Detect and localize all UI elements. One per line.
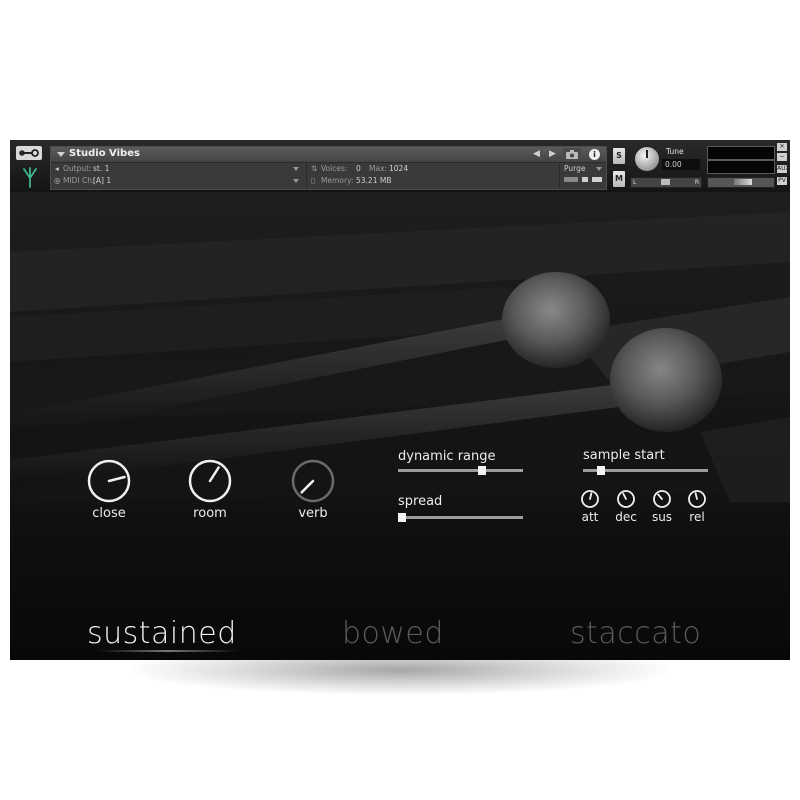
release-knob[interactable] <box>687 489 707 509</box>
max-voices-value[interactable]: 1024 <box>389 164 408 173</box>
midi-channel-value[interactable]: [A] 1 <box>93 176 111 185</box>
instrument-main-panel: close room verb dynamic range spread sam… <box>10 192 790 660</box>
articulation-bowed-tab[interactable]: bowed <box>342 616 444 651</box>
room-knob[interactable] <box>186 457 234 505</box>
solo-button[interactable]: S <box>613 148 625 164</box>
tune-label: Tune <box>666 147 684 156</box>
info-icon[interactable]: i <box>589 149 600 160</box>
instrument-name[interactable]: Studio Vibes <box>69 148 140 159</box>
purge-indicator <box>582 177 588 182</box>
dynamic-range-slider-handle[interactable] <box>477 466 486 475</box>
pan-right-label: R <box>694 179 699 186</box>
output-label: Output: <box>63 164 92 173</box>
sample-start-label: sample start <box>583 448 665 463</box>
voices-value: 0 <box>356 164 361 173</box>
next-instrument-arrow-icon[interactable]: ▶ <box>549 149 556 159</box>
voices-icon: ⇅ <box>311 164 318 173</box>
volume-slider[interactable] <box>707 177 775 188</box>
attack-knob[interactable] <box>580 489 600 509</box>
verb-knob[interactable] <box>289 457 337 505</box>
instrument-info-panel: Studio Vibes ◀ ▶ i ◂ Output: st. 1 ⇅ Voi… <box>50 146 607 190</box>
pv-button[interactable]: PV <box>777 177 787 185</box>
purge-dropdown-arrow-icon[interactable] <box>596 167 602 171</box>
pan-handle[interactable] <box>661 179 670 185</box>
background-photo-mallets <box>10 192 790 660</box>
spread-slider-handle[interactable] <box>398 513 406 522</box>
midi-dropdown-arrow-icon[interactable] <box>293 179 299 183</box>
memory-icon: ▯ <box>311 176 316 185</box>
sustain-knob[interactable] <box>652 489 672 509</box>
tune-knob[interactable] <box>634 146 660 172</box>
purge-indicator <box>592 177 602 182</box>
articulation-sustained-tab[interactable]: sustained <box>87 616 237 651</box>
minimize-icon[interactable]: − <box>777 153 787 161</box>
articulation-selected-underline <box>98 650 238 652</box>
attack-label: att <box>581 510 599 524</box>
pan-slider[interactable]: L R <box>630 177 702 188</box>
spread-slider[interactable] <box>398 516 523 519</box>
level-meter-left <box>707 146 775 160</box>
midi-channel-label: MIDI Ch: <box>63 176 95 185</box>
release-label: rel <box>689 510 705 524</box>
dynamic-range-slider[interactable] <box>398 469 523 472</box>
sample-start-slider-handle[interactable] <box>597 466 606 475</box>
purge-indicator <box>564 177 578 182</box>
collapse-triangle-icon[interactable] <box>57 152 65 157</box>
decay-label: dec <box>615 510 637 524</box>
previous-instrument-arrow-icon[interactable]: ◀ <box>533 149 540 159</box>
wrench-icon[interactable] <box>16 146 42 160</box>
decay-knob[interactable] <box>616 489 636 509</box>
sustain-label: sus <box>651 510 673 524</box>
room-knob-label: room <box>193 506 227 521</box>
output-dropdown-arrow-icon[interactable] <box>293 167 299 171</box>
instrument-header: Studio Vibes ◀ ▶ i ◂ Output: st. 1 ⇅ Voi… <box>10 140 790 192</box>
pan-left-label: L <box>633 179 637 186</box>
close-knob-label: close <box>92 506 126 521</box>
level-meter-right <box>707 160 775 174</box>
mute-button[interactable]: M <box>613 171 625 187</box>
instrument-title-bar: Studio Vibes ◀ ▶ i <box>51 147 606 163</box>
brand-logo-icon <box>23 167 37 188</box>
midi-icon: ◎ <box>54 176 61 185</box>
spread-label: spread <box>398 494 443 509</box>
divider <box>306 163 307 189</box>
aux-button[interactable]: AUX <box>777 165 790 173</box>
output-icon: ◂ <box>55 164 59 173</box>
purge-menu[interactable]: Purge <box>564 164 585 173</box>
close-knob[interactable] <box>85 457 133 505</box>
verb-knob-label: verb <box>298 506 328 521</box>
dynamic-range-label: dynamic range <box>398 449 496 464</box>
tune-value[interactable]: 0.00 <box>662 159 700 170</box>
articulation-staccato-tab[interactable]: staccato <box>570 616 701 651</box>
output-value[interactable]: st. 1 <box>93 164 109 173</box>
voices-label: Voices: <box>321 164 348 173</box>
memory-value: 53.21 MB <box>356 176 392 185</box>
volume-handle[interactable] <box>734 179 752 185</box>
divider <box>559 163 560 189</box>
kontakt-instrument-window: Studio Vibes ◀ ▶ i ◂ Output: st. 1 ⇅ Voi… <box>10 140 790 660</box>
max-voices-label: Max: <box>369 164 388 173</box>
memory-label: Memory: <box>321 176 354 185</box>
close-icon[interactable]: ✕ <box>777 143 787 151</box>
snapshot-camera-icon[interactable] <box>563 148 581 161</box>
